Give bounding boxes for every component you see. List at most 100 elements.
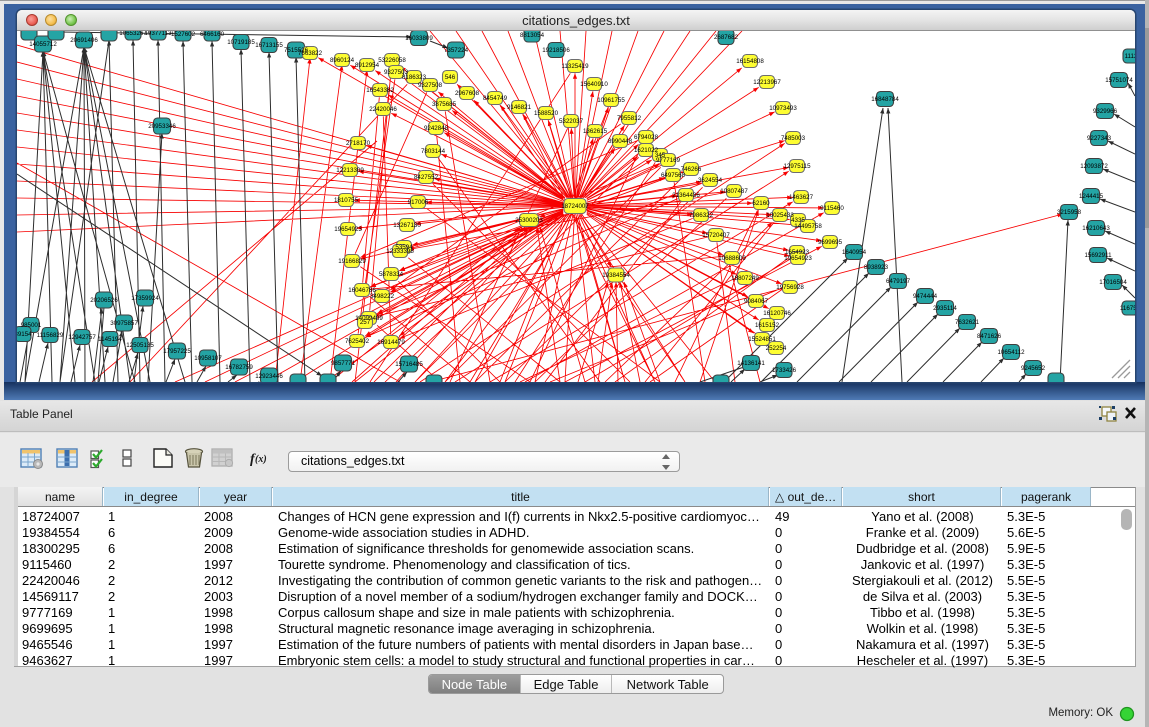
- svg-text:14495758: 14495758: [794, 223, 822, 230]
- svg-text:1588520: 1588520: [534, 110, 559, 117]
- svg-text:7485003: 7485003: [781, 135, 806, 142]
- svg-text:7357224: 7357224: [444, 47, 469, 54]
- svg-text:15692911: 15692911: [1084, 252, 1112, 259]
- svg-text:12505135: 12505135: [126, 342, 154, 349]
- svg-text:12333398: 12333398: [386, 248, 414, 255]
- svg-text:252254: 252254: [766, 345, 787, 352]
- svg-text:9327508: 9327508: [418, 82, 443, 89]
- svg-text:16154808: 16154808: [736, 58, 764, 65]
- svg-text:7955812: 7955812: [617, 115, 642, 122]
- svg-text:9857771: 9857771: [331, 360, 356, 367]
- svg-text:18724007: 18724007: [561, 203, 589, 210]
- svg-text:19756928: 19756928: [776, 284, 804, 291]
- svg-text:3875685: 3875685: [432, 101, 457, 108]
- svg-text:19654923: 19654923: [334, 226, 362, 233]
- svg-text:8813054: 8813054: [520, 32, 545, 39]
- svg-text:9146821: 9146821: [507, 104, 532, 111]
- svg-text:21364436: 21364436: [672, 192, 700, 199]
- svg-text:2935114: 2935114: [933, 305, 957, 312]
- svg-text:10807487: 10807487: [720, 188, 748, 195]
- svg-text:22420046: 22420046: [369, 106, 397, 113]
- svg-text:19218506: 19218506: [542, 47, 570, 54]
- svg-text:9084067: 9084067: [744, 298, 769, 305]
- svg-text:1640954: 1640954: [842, 249, 867, 256]
- svg-text:9777169: 9777169: [656, 157, 681, 164]
- svg-text:116753: 116753: [1120, 305, 1135, 312]
- svg-text:6497568: 6497568: [661, 172, 686, 179]
- svg-text:1615152: 1615152: [755, 322, 780, 329]
- svg-text:2687682: 2687682: [714, 34, 739, 41]
- svg-text:3215958: 3215958: [1057, 209, 1082, 216]
- svg-text:3498222: 3498222: [370, 293, 395, 300]
- svg-text:8990448: 8990448: [608, 138, 633, 145]
- svg-text:20206526: 20206526: [90, 297, 118, 304]
- svg-text:1244415: 1244415: [1079, 193, 1104, 200]
- svg-text:9115460: 9115460: [820, 205, 844, 212]
- svg-text:257: 257: [360, 319, 371, 326]
- svg-text:16543382: 16543382: [366, 87, 394, 94]
- svg-text:5322037: 5322037: [559, 118, 584, 125]
- svg-text:2967608: 2967608: [455, 90, 480, 97]
- svg-text:1145194: 1145194: [98, 336, 122, 343]
- svg-text:16033809: 16033809: [405, 35, 433, 42]
- svg-text:16120746: 16120746: [763, 310, 791, 317]
- svg-text:2718170: 2718170: [346, 140, 371, 147]
- svg-text:17016504: 17016504: [1099, 279, 1127, 286]
- svg-text:746266: 746266: [681, 166, 702, 173]
- svg-text:15751074: 15751074: [1105, 77, 1133, 84]
- svg-text:16713155: 16713155: [255, 42, 283, 49]
- svg-text:12942757: 12942757: [68, 334, 96, 341]
- svg-text:1810755: 1810755: [334, 197, 359, 204]
- svg-text:1463627: 1463627: [789, 194, 814, 201]
- svg-text:12923446: 12923446: [255, 373, 283, 380]
- svg-text:12213309: 12213309: [336, 167, 364, 174]
- svg-text:19654923: 19654923: [784, 255, 812, 262]
- svg-text:12213967: 12213967: [753, 79, 781, 86]
- svg-text:7663822: 7663822: [298, 50, 323, 57]
- svg-text:8912954: 8912954: [355, 62, 380, 69]
- svg-text:546: 546: [445, 74, 456, 81]
- svg-text:8454749: 8454749: [483, 95, 508, 102]
- svg-text:9242848: 9242848: [424, 125, 449, 132]
- svg-text:7986322: 7986322: [689, 212, 714, 219]
- svg-text:3624554: 3624554: [698, 177, 723, 184]
- svg-text:1112: 1112: [1125, 53, 1135, 60]
- svg-text:15524851: 15524851: [748, 336, 776, 343]
- svg-text:10958107: 10958107: [194, 355, 222, 362]
- svg-text:16782759: 16782759: [225, 364, 253, 371]
- svg-text:16914479: 16914479: [377, 339, 405, 346]
- svg-text:19384554: 19384554: [602, 272, 630, 279]
- svg-text:19377113: 19377113: [144, 31, 172, 37]
- svg-text:(x): (x): [255, 454, 267, 465]
- svg-text:15640910: 15640910: [580, 81, 608, 88]
- svg-text:15720407: 15720407: [702, 232, 730, 239]
- svg-text:12093872: 12093872: [1080, 163, 1108, 170]
- svg-text:9245652: 9245652: [1021, 365, 1046, 372]
- svg-text:11156829: 11156829: [37, 332, 64, 339]
- svg-text:12975115: 12975115: [783, 163, 811, 170]
- svg-text:9227343: 9227343: [1087, 135, 1112, 142]
- svg-text:15716485: 15716485: [395, 361, 423, 368]
- svg-text:25300203: 25300203: [515, 217, 543, 224]
- svg-text:53226058: 53226058: [378, 57, 406, 64]
- svg-text:7625402: 7625402: [345, 338, 370, 345]
- svg-text:10719185: 10719185: [227, 39, 255, 46]
- svg-text:1733426: 1733426: [772, 367, 797, 374]
- svg-text:11325419: 11325419: [561, 63, 589, 70]
- svg-text:8427552: 8427552: [414, 174, 439, 181]
- svg-text:17359924: 17359924: [131, 295, 159, 302]
- svg-text:14055712: 14055712: [29, 41, 57, 48]
- svg-text:1527602: 1527602: [171, 31, 196, 38]
- svg-text:10653267: 10653267: [119, 31, 147, 37]
- svg-text:9699695: 9699695: [818, 239, 843, 246]
- svg-text:10961755: 10961755: [597, 97, 625, 104]
- svg-text:6794028: 6794028: [634, 134, 659, 141]
- svg-text:7803144: 7803144: [421, 148, 446, 155]
- svg-text:10688609: 10688609: [718, 255, 746, 262]
- svg-text:16210643: 16210643: [1082, 225, 1110, 232]
- svg-text:8186323: 8186323: [402, 74, 427, 81]
- svg-text:9329966: 9329966: [1093, 108, 1118, 115]
- svg-text:10654112: 10654112: [997, 349, 1025, 356]
- svg-text:14136141: 14136141: [737, 360, 765, 367]
- svg-text:13267130: 13267130: [393, 222, 421, 229]
